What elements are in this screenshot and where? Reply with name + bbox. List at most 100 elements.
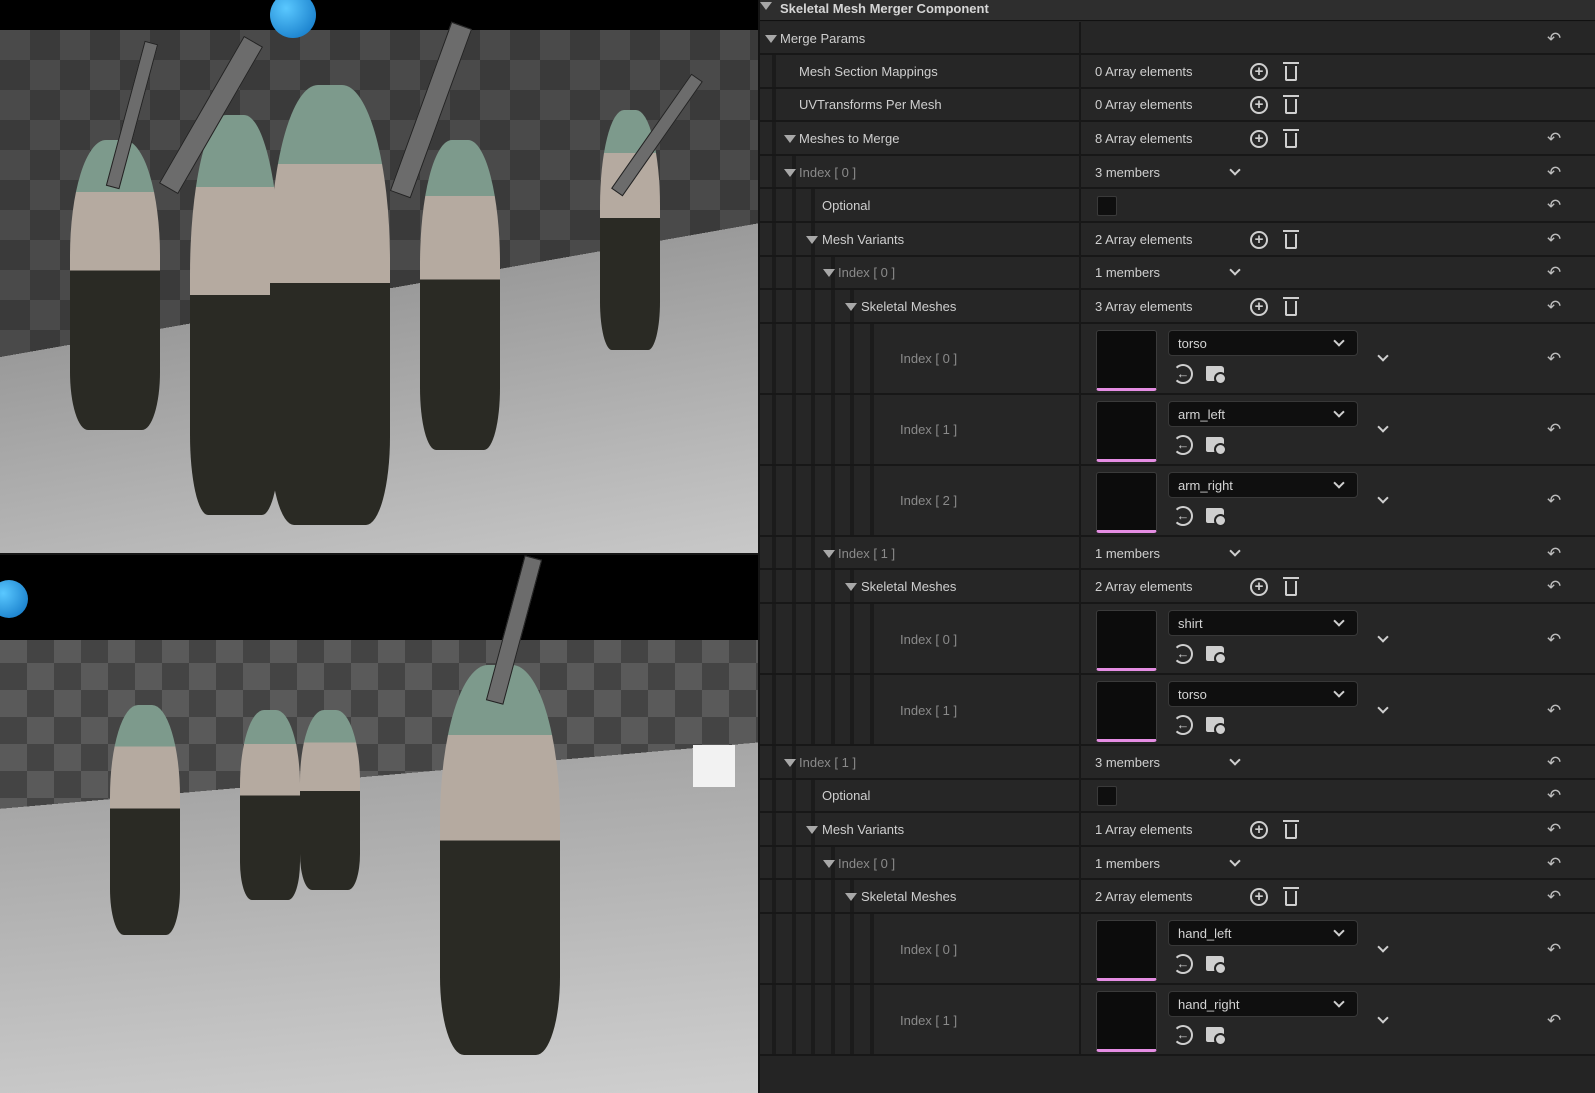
- expand-arrow-icon[interactable]: [784, 134, 796, 143]
- browse-folder-icon[interactable]: [1206, 1027, 1227, 1046]
- use-selected-icon[interactable]: ←: [1173, 1025, 1193, 1045]
- plus-circle-icon[interactable]: +: [1250, 888, 1268, 907]
- plus-circle-icon[interactable]: +: [1250, 230, 1268, 249]
- column-splitter[interactable]: [1079, 570, 1081, 602]
- expand-arrow-icon[interactable]: [806, 825, 818, 834]
- expand-arrow-icon[interactable]: [765, 34, 777, 43]
- column-splitter[interactable]: [1079, 846, 1081, 879]
- asset-picker-combo[interactable]: arm_right: [1168, 471, 1358, 498]
- asset-picker-combo[interactable]: torso: [1168, 681, 1358, 707]
- asset-picker-combo[interactable]: hand_right: [1168, 991, 1358, 1017]
- asset-thumbnail[interactable]: [1096, 329, 1157, 391]
- chevron-down-icon[interactable]: [1229, 264, 1241, 277]
- reset-arrow-icon[interactable]: ↶: [1547, 230, 1561, 250]
- use-selected-icon[interactable]: ←: [1173, 644, 1193, 664]
- viewport-top[interactable]: [0, 0, 758, 553]
- optional-checkbox[interactable]: [1097, 196, 1117, 217]
- viewport-bottom[interactable]: [0, 555, 758, 1093]
- asset-picker-combo[interactable]: hand_left: [1168, 920, 1358, 946]
- reset-arrow-icon[interactable]: ↶: [1547, 854, 1561, 874]
- reset-arrow-icon[interactable]: ↶: [1547, 630, 1561, 650]
- chevron-down-icon[interactable]: [1377, 701, 1389, 714]
- column-splitter[interactable]: [1079, 290, 1081, 322]
- optional-checkbox[interactable]: [1097, 786, 1117, 807]
- expand-arrow-icon[interactable]: [845, 302, 857, 311]
- reset-arrow-icon[interactable]: ↶: [1547, 544, 1561, 564]
- column-splitter[interactable]: [1079, 323, 1081, 393]
- chevron-down-icon[interactable]: [1229, 754, 1241, 766]
- trash-icon[interactable]: [1283, 296, 1299, 316]
- reset-arrow-icon[interactable]: ↶: [1547, 163, 1561, 183]
- reset-arrow-icon[interactable]: ↶: [1547, 297, 1561, 317]
- expand-arrow-icon[interactable]: [823, 269, 835, 278]
- asset-thumbnail[interactable]: [1096, 471, 1157, 533]
- column-splitter[interactable]: [1079, 675, 1081, 744]
- browse-folder-icon[interactable]: [1206, 365, 1227, 385]
- reset-arrow-icon[interactable]: ↶: [1547, 420, 1561, 440]
- browse-folder-icon[interactable]: [1206, 436, 1227, 456]
- column-splitter[interactable]: [1079, 985, 1081, 1054]
- expand-arrow-icon[interactable]: [806, 235, 818, 244]
- column-splitter[interactable]: [1079, 155, 1081, 188]
- column-splitter[interactable]: [1079, 779, 1081, 812]
- reset-arrow-icon[interactable]: ↶: [1547, 701, 1561, 721]
- column-splitter[interactable]: [1079, 55, 1081, 87]
- chevron-down-icon[interactable]: [1377, 421, 1389, 433]
- reset-arrow-icon[interactable]: ↶: [1547, 129, 1561, 149]
- column-splitter[interactable]: [1079, 536, 1081, 569]
- asset-thumbnail[interactable]: [1096, 991, 1157, 1052]
- plus-circle-icon[interactable]: +: [1250, 62, 1268, 81]
- chevron-down-icon[interactable]: [1377, 1011, 1389, 1024]
- column-splitter[interactable]: [1079, 880, 1081, 912]
- reset-arrow-icon[interactable]: ↶: [1547, 753, 1561, 773]
- reset-arrow-icon[interactable]: ↶: [1547, 491, 1561, 511]
- asset-thumbnail[interactable]: [1096, 400, 1157, 462]
- asset-picker-combo[interactable]: shirt: [1168, 610, 1358, 636]
- reset-arrow-icon[interactable]: ↶: [1547, 820, 1561, 840]
- column-splitter[interactable]: [1079, 122, 1081, 154]
- reset-arrow-icon[interactable]: ↶: [1547, 349, 1561, 369]
- expand-arrow-icon[interactable]: [784, 168, 796, 177]
- use-selected-icon[interactable]: ←: [1173, 505, 1193, 526]
- browse-folder-icon[interactable]: [1206, 507, 1227, 527]
- expand-arrow-icon[interactable]: [784, 758, 796, 767]
- expand-arrow-icon[interactable]: [845, 893, 857, 902]
- chevron-down-icon[interactable]: [1377, 492, 1389, 504]
- expand-arrow-icon[interactable]: [823, 859, 835, 868]
- chevron-down-icon[interactable]: [1377, 630, 1389, 643]
- reset-arrow-icon[interactable]: ↶: [1547, 887, 1561, 907]
- trash-icon[interactable]: [1283, 819, 1299, 839]
- asset-picker-combo[interactable]: torso: [1168, 329, 1358, 356]
- chevron-down-icon[interactable]: [1377, 350, 1389, 362]
- plus-circle-icon[interactable]: +: [1250, 297, 1268, 316]
- chevron-down-icon[interactable]: [1229, 163, 1241, 176]
- reset-arrow-icon[interactable]: ↶: [1547, 263, 1561, 283]
- reset-arrow-icon[interactable]: ↶: [1547, 786, 1561, 806]
- trash-icon[interactable]: [1283, 887, 1299, 907]
- reset-arrow-icon[interactable]: ↶: [1547, 196, 1561, 216]
- asset-picker-combo[interactable]: arm_left: [1168, 400, 1358, 427]
- plus-circle-icon[interactable]: +: [1250, 578, 1268, 597]
- asset-thumbnail[interactable]: [1096, 681, 1157, 742]
- column-splitter[interactable]: [1079, 604, 1081, 673]
- plus-circle-icon[interactable]: +: [1250, 129, 1268, 148]
- column-splitter[interactable]: [1079, 465, 1081, 535]
- column-splitter[interactable]: [1079, 914, 1081, 983]
- expand-arrow-icon[interactable]: [760, 2, 772, 10]
- chevron-down-icon[interactable]: [1377, 940, 1389, 953]
- chevron-down-icon[interactable]: [1229, 854, 1241, 867]
- component-header[interactable]: Skeletal Mesh Merger Component: [760, 0, 1595, 21]
- plus-circle-icon[interactable]: +: [1250, 820, 1268, 839]
- column-splitter[interactable]: [1079, 88, 1081, 121]
- asset-thumbnail[interactable]: [1096, 610, 1157, 671]
- column-splitter[interactable]: [1079, 813, 1081, 845]
- use-selected-icon[interactable]: ←: [1173, 363, 1193, 384]
- trash-icon[interactable]: [1283, 128, 1299, 148]
- expand-arrow-icon[interactable]: [823, 549, 835, 558]
- expand-arrow-icon[interactable]: [845, 583, 857, 592]
- browse-folder-icon[interactable]: [1206, 646, 1227, 665]
- chevron-down-icon[interactable]: [1229, 544, 1241, 557]
- trash-icon[interactable]: [1283, 61, 1299, 81]
- reset-arrow-icon[interactable]: ↶: [1547, 940, 1561, 960]
- reset-arrow-icon[interactable]: ↶: [1547, 29, 1561, 49]
